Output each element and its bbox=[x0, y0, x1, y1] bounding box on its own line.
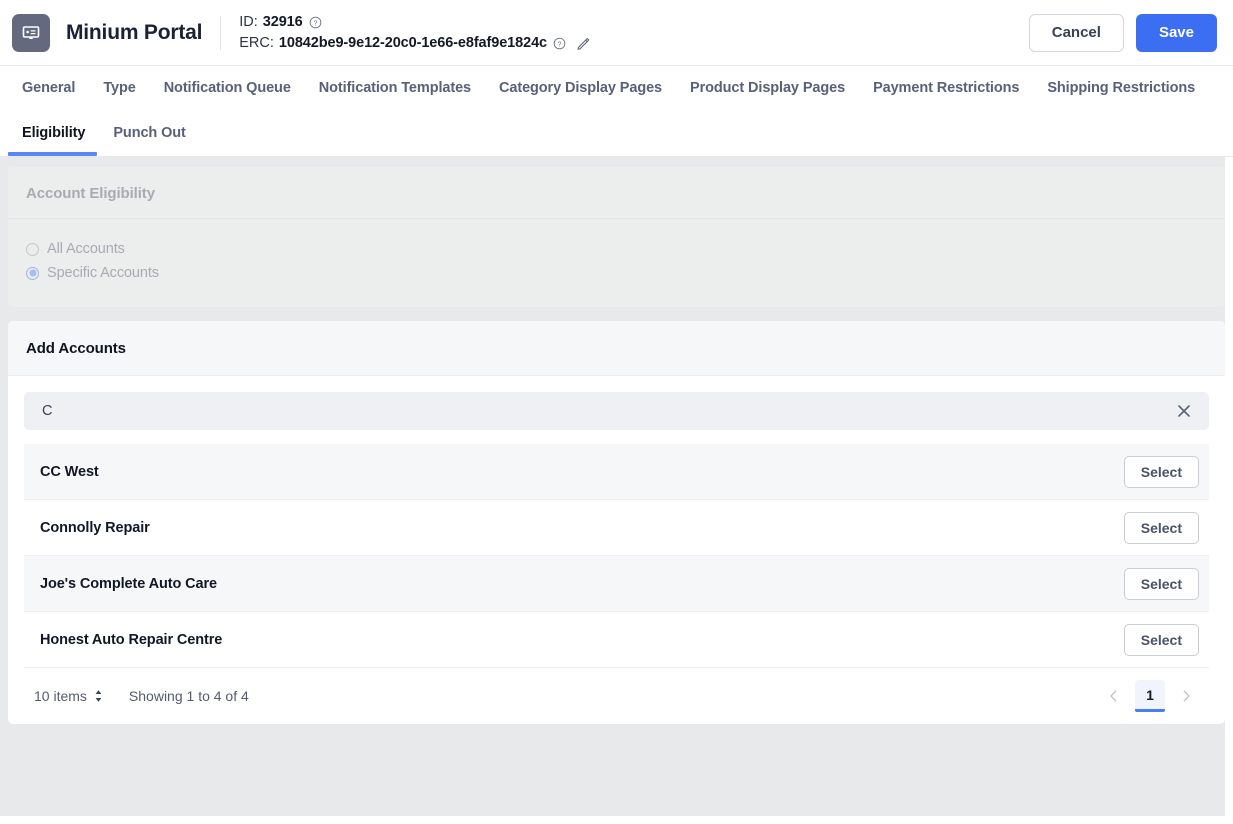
page-size-selector[interactable]: 10 items bbox=[34, 688, 103, 704]
primary-tab-row: General Type Notification Queue Notificatio… bbox=[0, 66, 1233, 109]
account-name: Honest Auto Repair Centre bbox=[40, 631, 223, 648]
showing-count-label: Showing 1 to 4 of 4 bbox=[128, 688, 249, 704]
add-accounts-card: Add Accounts CC WestSelectConnolly Repai… bbox=[8, 321, 1225, 724]
header-actions: Cancel Save bbox=[1028, 13, 1217, 52]
question-circle-icon[interactable]: ? bbox=[553, 37, 566, 50]
secondary-tab-row: Eligibility Punch Out bbox=[0, 109, 1233, 156]
tab-general[interactable]: General bbox=[8, 80, 89, 96]
tab-payment-restrictions[interactable]: Payment Restrictions bbox=[859, 80, 1033, 96]
app-header: Minium Portal ID: 32916 ? ERC: 10842be9-… bbox=[0, 0, 1233, 65]
pagination-footer: 10 items Showing 1 to 4 of 4 1 bbox=[8, 668, 1225, 724]
tab-notification-templates[interactable]: Notification Templates bbox=[305, 80, 485, 96]
account-eligibility-card: Account Eligibility All Accounts Specifi… bbox=[8, 167, 1225, 307]
close-x-icon[interactable] bbox=[1173, 400, 1195, 422]
row-action-cell: Select bbox=[1123, 511, 1199, 544]
content-area: Account Eligibility All Accounts Specifi… bbox=[0, 157, 1233, 816]
record-erc-row: ERC: 10842be9-9e12-20c0-1e66-e8faf9e1824… bbox=[239, 34, 591, 53]
tabs-region: General Type Notification Queue Notificatio… bbox=[0, 66, 1233, 156]
chevron-left-icon[interactable] bbox=[1099, 681, 1129, 711]
record-erc-label: ERC: bbox=[239, 34, 274, 51]
page-number-1[interactable]: 1 bbox=[1135, 680, 1165, 712]
row-action-cell: Select bbox=[1123, 455, 1199, 488]
tab-category-display-pages[interactable]: Category Display Pages bbox=[485, 80, 676, 96]
select-button[interactable]: Select bbox=[1123, 623, 1199, 656]
record-id-label: ID: bbox=[239, 13, 258, 30]
tab-type[interactable]: Type bbox=[89, 80, 149, 96]
pager: 1 bbox=[1099, 680, 1209, 712]
table-row: Connolly Repair Select bbox=[24, 500, 1209, 556]
cancel-button[interactable]: Cancel bbox=[1028, 13, 1124, 52]
active-tab-underline bbox=[8, 152, 97, 156]
select-button[interactable]: Select bbox=[1123, 455, 1199, 488]
radio-all-accounts[interactable]: All Accounts bbox=[26, 241, 1207, 257]
tab-shipping-restrictions[interactable]: Shipping Restrictions bbox=[1033, 80, 1209, 96]
record-erc-value: 10842be9-9e12-20c0-1e66-e8faf9e1824c bbox=[278, 34, 547, 51]
record-id-value: 32916 bbox=[262, 13, 303, 30]
account-eligibility-title: Account Eligibility bbox=[8, 167, 1225, 219]
table-row: Joe's Complete Auto Care Select bbox=[24, 556, 1209, 612]
tab-punch-out[interactable]: Punch Out bbox=[99, 125, 199, 141]
account-search-input[interactable] bbox=[24, 392, 1209, 430]
svg-text:?: ? bbox=[558, 41, 562, 48]
radio-specific-accounts[interactable]: Specific Accounts bbox=[26, 265, 1207, 281]
scrollbar-gutter[interactable] bbox=[1225, 157, 1233, 824]
search-zone bbox=[8, 376, 1225, 444]
add-accounts-title: Add Accounts bbox=[8, 321, 1225, 376]
header-divider bbox=[220, 15, 222, 50]
display-card-icon bbox=[12, 13, 50, 52]
tab-notification-queue[interactable]: Notification Queue bbox=[150, 80, 305, 96]
account-name: Connolly Repair bbox=[40, 519, 150, 536]
account-name: CC West bbox=[40, 463, 99, 480]
row-action-cell: Select bbox=[1123, 623, 1199, 656]
table-row: Honest Auto Repair Centre Select bbox=[24, 612, 1209, 668]
page-title: Minium Portal bbox=[66, 20, 203, 44]
tab-eligibility[interactable]: Eligibility bbox=[8, 125, 99, 141]
select-button[interactable]: Select bbox=[1123, 567, 1199, 600]
record-meta: ID: 32916 ? ERC: 10842be9-9e12-20c0-1e66… bbox=[239, 13, 591, 53]
pencil-icon[interactable] bbox=[576, 36, 591, 51]
radio-specific-accounts-control[interactable] bbox=[26, 266, 39, 280]
select-button[interactable]: Select bbox=[1123, 511, 1199, 544]
radio-specific-accounts-label: Specific Accounts bbox=[47, 265, 159, 281]
app-page: Minium Portal ID: 32916 ? ERC: 10842be9-… bbox=[0, 0, 1233, 824]
radio-all-accounts-label: All Accounts bbox=[47, 241, 125, 257]
account-name: Joe's Complete Auto Care bbox=[40, 575, 217, 592]
svg-text:?: ? bbox=[313, 20, 317, 27]
stepper-updown-icon bbox=[94, 689, 103, 703]
chevron-right-icon[interactable] bbox=[1171, 681, 1201, 711]
record-id-row: ID: 32916 ? bbox=[239, 13, 591, 32]
question-circle-icon[interactable]: ? bbox=[309, 16, 322, 29]
account-results-list: CC West Select Connolly Repair Select Joe's … bbox=[8, 444, 1225, 668]
account-eligibility-options: All Accounts Specific Accounts bbox=[8, 219, 1225, 307]
save-button[interactable]: Save bbox=[1135, 13, 1217, 52]
search-box bbox=[24, 392, 1209, 430]
table-row: CC West Select bbox=[24, 444, 1209, 500]
tab-product-display-pages[interactable]: Product Display Pages bbox=[676, 80, 859, 96]
radio-all-accounts-control[interactable] bbox=[26, 242, 39, 256]
row-action-cell: Select bbox=[1123, 567, 1199, 600]
page-size-label: 10 items bbox=[34, 688, 87, 704]
